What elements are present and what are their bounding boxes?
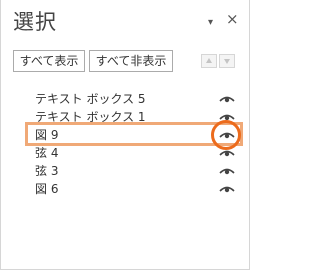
close-pane-button[interactable]: ×: [226, 12, 239, 27]
list-item-label: テキスト ボックス 5: [35, 92, 146, 106]
eye-icon[interactable]: [219, 113, 235, 121]
eye-icon[interactable]: [219, 167, 235, 175]
list-item-label: 図 9: [35, 128, 59, 142]
eye-icon[interactable]: [219, 131, 235, 139]
eye-icon[interactable]: [219, 149, 235, 157]
list-item[interactable]: 弦 4: [1, 144, 251, 162]
list-item[interactable]: 弦 3: [1, 162, 251, 180]
list-item[interactable]: テキスト ボックス 5: [1, 90, 251, 108]
eye-icon[interactable]: [219, 95, 235, 103]
pane-options-dropdown[interactable]: ▾: [208, 16, 213, 30]
selection-pane: 選択 ▾ × すべて表示 すべて非表示 テキスト ボックス 5 テキスト ボック…: [0, 0, 250, 270]
send-backward-button[interactable]: [219, 54, 235, 68]
list-item-label: 図 6: [35, 182, 59, 196]
triangle-down-icon: [224, 59, 230, 64]
list-item-label: 弦 3: [35, 164, 59, 178]
hide-all-button[interactable]: すべて非表示: [89, 50, 173, 72]
list-item-selected[interactable]: 図 9: [1, 126, 251, 144]
eye-icon[interactable]: [219, 185, 235, 193]
list-item[interactable]: テキスト ボックス 1: [1, 108, 251, 126]
object-list: テキスト ボックス 5 テキスト ボックス 1 図 9 弦 4 弦 3 図 6: [1, 90, 251, 198]
triangle-up-icon: [206, 58, 212, 63]
show-all-button[interactable]: すべて表示: [13, 50, 85, 72]
list-item-label: テキスト ボックス 1: [35, 110, 146, 124]
list-item-label: 弦 4: [35, 146, 59, 160]
pane-title: 選択: [13, 10, 57, 34]
list-item[interactable]: 図 6: [1, 180, 251, 198]
bring-forward-button[interactable]: [201, 54, 217, 68]
